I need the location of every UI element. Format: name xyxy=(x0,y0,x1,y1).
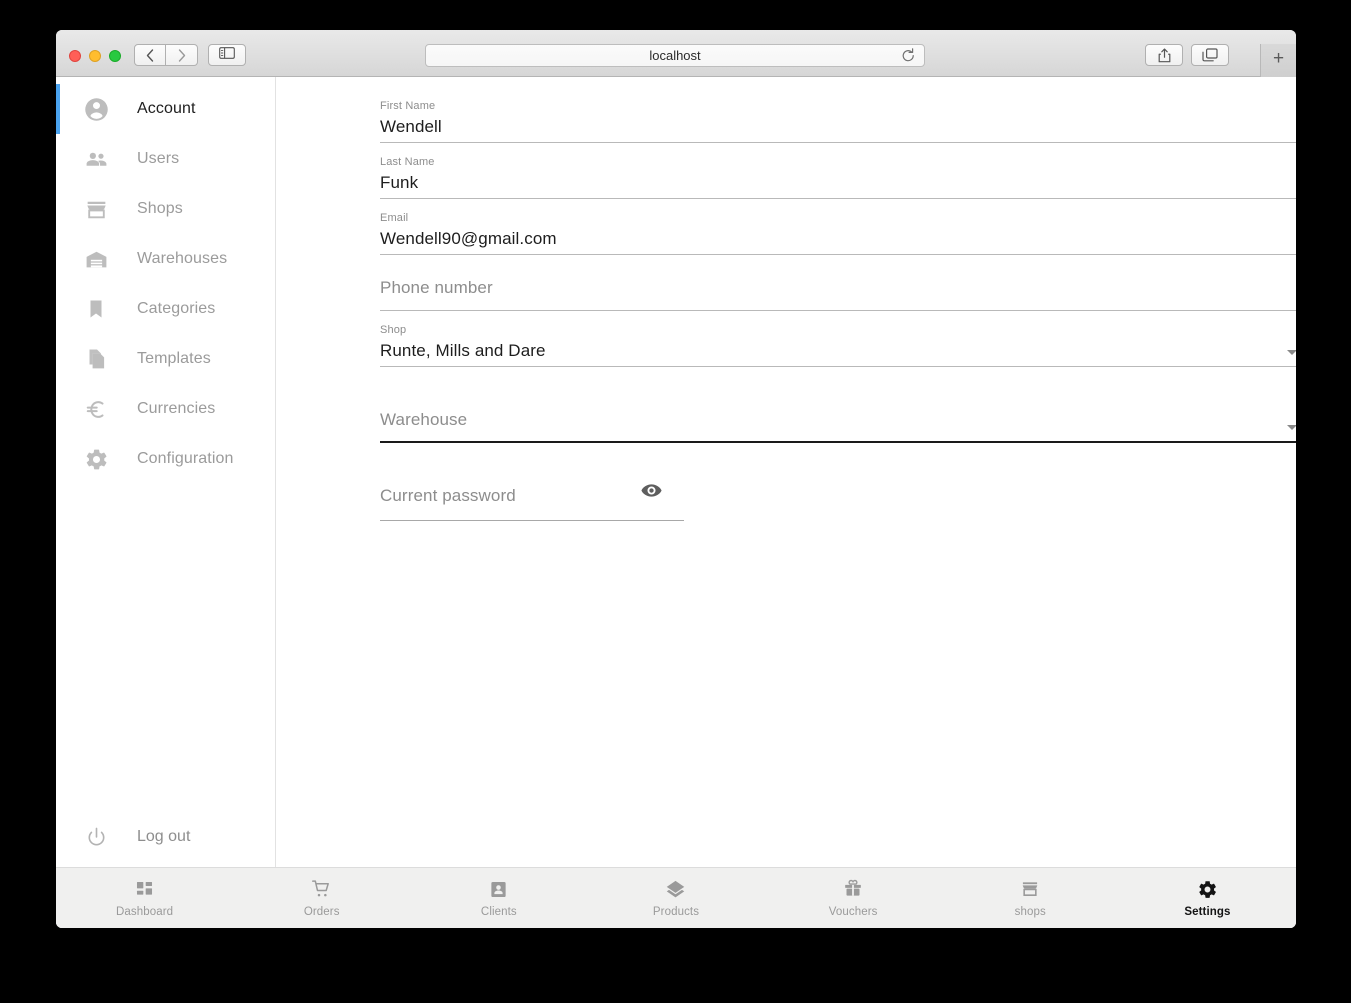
toolbar-right-buttons xyxy=(1145,44,1229,66)
dashboard-icon xyxy=(135,878,154,900)
traffic-lights xyxy=(69,50,121,62)
field-value: Wendell90@gmail.com xyxy=(380,229,557,248)
sidebar-item-account[interactable]: Account xyxy=(56,84,275,134)
bookmark-icon xyxy=(82,297,110,321)
nav-tab-dashboard[interactable]: Dashboard xyxy=(56,868,233,928)
chevron-down-icon[interactable] xyxy=(1287,425,1296,430)
maximize-window-button[interactable] xyxy=(109,50,121,62)
field-placeholder: Current password xyxy=(380,486,516,505)
nav-tab-label: Orders xyxy=(303,906,340,918)
sidebar-item-users[interactable]: Users xyxy=(56,134,275,184)
nav-tab-orders[interactable]: Orders xyxy=(233,868,410,928)
navigation-button-group xyxy=(134,44,198,66)
sidebar-item-label: Configuration xyxy=(137,450,234,467)
gift-icon xyxy=(843,878,863,900)
account-form: First Name Wendell Last Name Funk Email … xyxy=(380,87,1296,521)
file-copy-icon xyxy=(82,347,110,371)
people-icon xyxy=(82,147,110,172)
sidebar-item-warehouses[interactable]: Warehouses xyxy=(56,234,275,284)
sidebar-item-label: Categories xyxy=(137,300,216,317)
browser-titlebar: localhost + xyxy=(56,30,1296,77)
eye-icon[interactable] xyxy=(641,483,662,503)
close-window-button[interactable] xyxy=(69,50,81,62)
euro-icon xyxy=(82,397,110,422)
chevron-left-icon xyxy=(146,48,154,62)
nav-tab-clients[interactable]: Clients xyxy=(410,868,587,928)
sidebar-item-categories[interactable]: Categories xyxy=(56,284,275,334)
field-label: Email xyxy=(380,212,409,224)
contacts-icon xyxy=(489,878,508,900)
sidebar-item-templates[interactable]: Templates xyxy=(56,334,275,384)
store-icon xyxy=(1020,878,1040,900)
field-phone-number[interactable]: Phone number xyxy=(380,255,1296,311)
form-spacer xyxy=(380,367,1296,387)
sidebar-item-currencies[interactable]: Currencies xyxy=(56,384,275,434)
gear-icon xyxy=(82,447,110,472)
sidebar-item-label: Shops xyxy=(137,200,183,217)
nav-tab-label: Settings xyxy=(1184,906,1231,918)
sidebar-item-logout[interactable]: Log out xyxy=(56,812,275,862)
nav-tab-label: Clients xyxy=(480,906,517,918)
field-shop[interactable]: Shop Runte, Mills and Dare xyxy=(380,311,1296,367)
sidebar-item-label: Templates xyxy=(137,350,211,367)
sidebar-item-label: Users xyxy=(137,150,180,167)
back-button[interactable] xyxy=(134,44,166,66)
sidebar-item-list: Account Users Shops Warehouses Categorie… xyxy=(56,77,275,484)
field-placeholder: Phone number xyxy=(380,278,493,297)
field-label: First Name xyxy=(380,100,436,112)
chevron-down-icon[interactable] xyxy=(1287,350,1296,355)
nav-tab-vouchers[interactable]: Vouchers xyxy=(765,868,942,928)
sidebar-item-label: Warehouses xyxy=(137,250,228,267)
minimize-window-button[interactable] xyxy=(89,50,101,62)
nav-tab-label: Vouchers xyxy=(828,906,878,918)
account-circle-icon xyxy=(82,96,110,123)
warehouse-icon xyxy=(82,247,110,272)
nav-tab-label: Dashboard xyxy=(115,906,174,918)
field-warehouse[interactable]: Warehouse xyxy=(380,387,1296,443)
sidebar-item-configuration[interactable]: Configuration xyxy=(56,434,275,484)
share-button[interactable] xyxy=(1145,44,1183,66)
address-bar-text: localhost xyxy=(649,48,701,63)
store-icon xyxy=(82,197,110,222)
field-last-name[interactable]: Last Name Funk xyxy=(380,143,1296,199)
field-value: Runte, Mills and Dare xyxy=(380,341,546,360)
sidebar-item-label: Currencies xyxy=(137,400,216,417)
show-sidebar-button[interactable] xyxy=(208,44,246,66)
cart-icon xyxy=(311,878,332,900)
nav-tab-products[interactable]: Products xyxy=(587,868,764,928)
power-icon xyxy=(82,826,110,849)
account-settings-content: First Name Wendell Last Name Funk Email … xyxy=(277,77,1296,867)
sidebar-item-label: Log out xyxy=(137,828,191,845)
nav-tab-shops[interactable]: shops xyxy=(942,868,1119,928)
new-tab-button[interactable]: + xyxy=(1260,44,1296,77)
chevron-right-icon xyxy=(178,48,186,62)
settings-sidebar: Account Users Shops Warehouses Categorie… xyxy=(56,77,276,867)
sidebar-item-shops[interactable]: Shops xyxy=(56,184,275,234)
field-placeholder: Warehouse xyxy=(380,410,468,429)
field-label: Shop xyxy=(380,324,407,336)
tab-overview-button[interactable] xyxy=(1191,44,1229,66)
reload-icon[interactable] xyxy=(901,48,916,69)
gear-icon xyxy=(1197,878,1218,900)
field-label: Last Name xyxy=(380,156,435,168)
sidebar-panel-icon xyxy=(219,46,235,64)
field-value: Funk xyxy=(380,173,419,192)
share-icon xyxy=(1158,48,1171,63)
app-body: Account Users Shops Warehouses Categorie… xyxy=(56,77,1296,928)
nav-tab-settings[interactable]: Settings xyxy=(1119,868,1296,928)
layers-icon xyxy=(665,878,686,900)
field-value: Wendell xyxy=(380,117,442,136)
address-bar[interactable]: localhost xyxy=(425,44,925,67)
sidebar-item-label: Account xyxy=(137,100,196,117)
field-current-password[interactable]: Current password xyxy=(380,471,684,521)
field-first-name[interactable]: First Name Wendell xyxy=(380,87,1296,143)
forward-button[interactable] xyxy=(166,44,198,66)
bottom-navigation-bar: Dashboard Orders Clients Products Vouche… xyxy=(56,867,1296,928)
nav-tab-label: Products xyxy=(652,906,700,918)
field-email[interactable]: Email Wendell90@gmail.com xyxy=(380,199,1296,255)
nav-tab-label: shops xyxy=(1014,906,1046,918)
browser-window: localhost + Account Users Shops Warehous… xyxy=(56,30,1296,928)
copy-tabs-icon xyxy=(1202,47,1218,63)
